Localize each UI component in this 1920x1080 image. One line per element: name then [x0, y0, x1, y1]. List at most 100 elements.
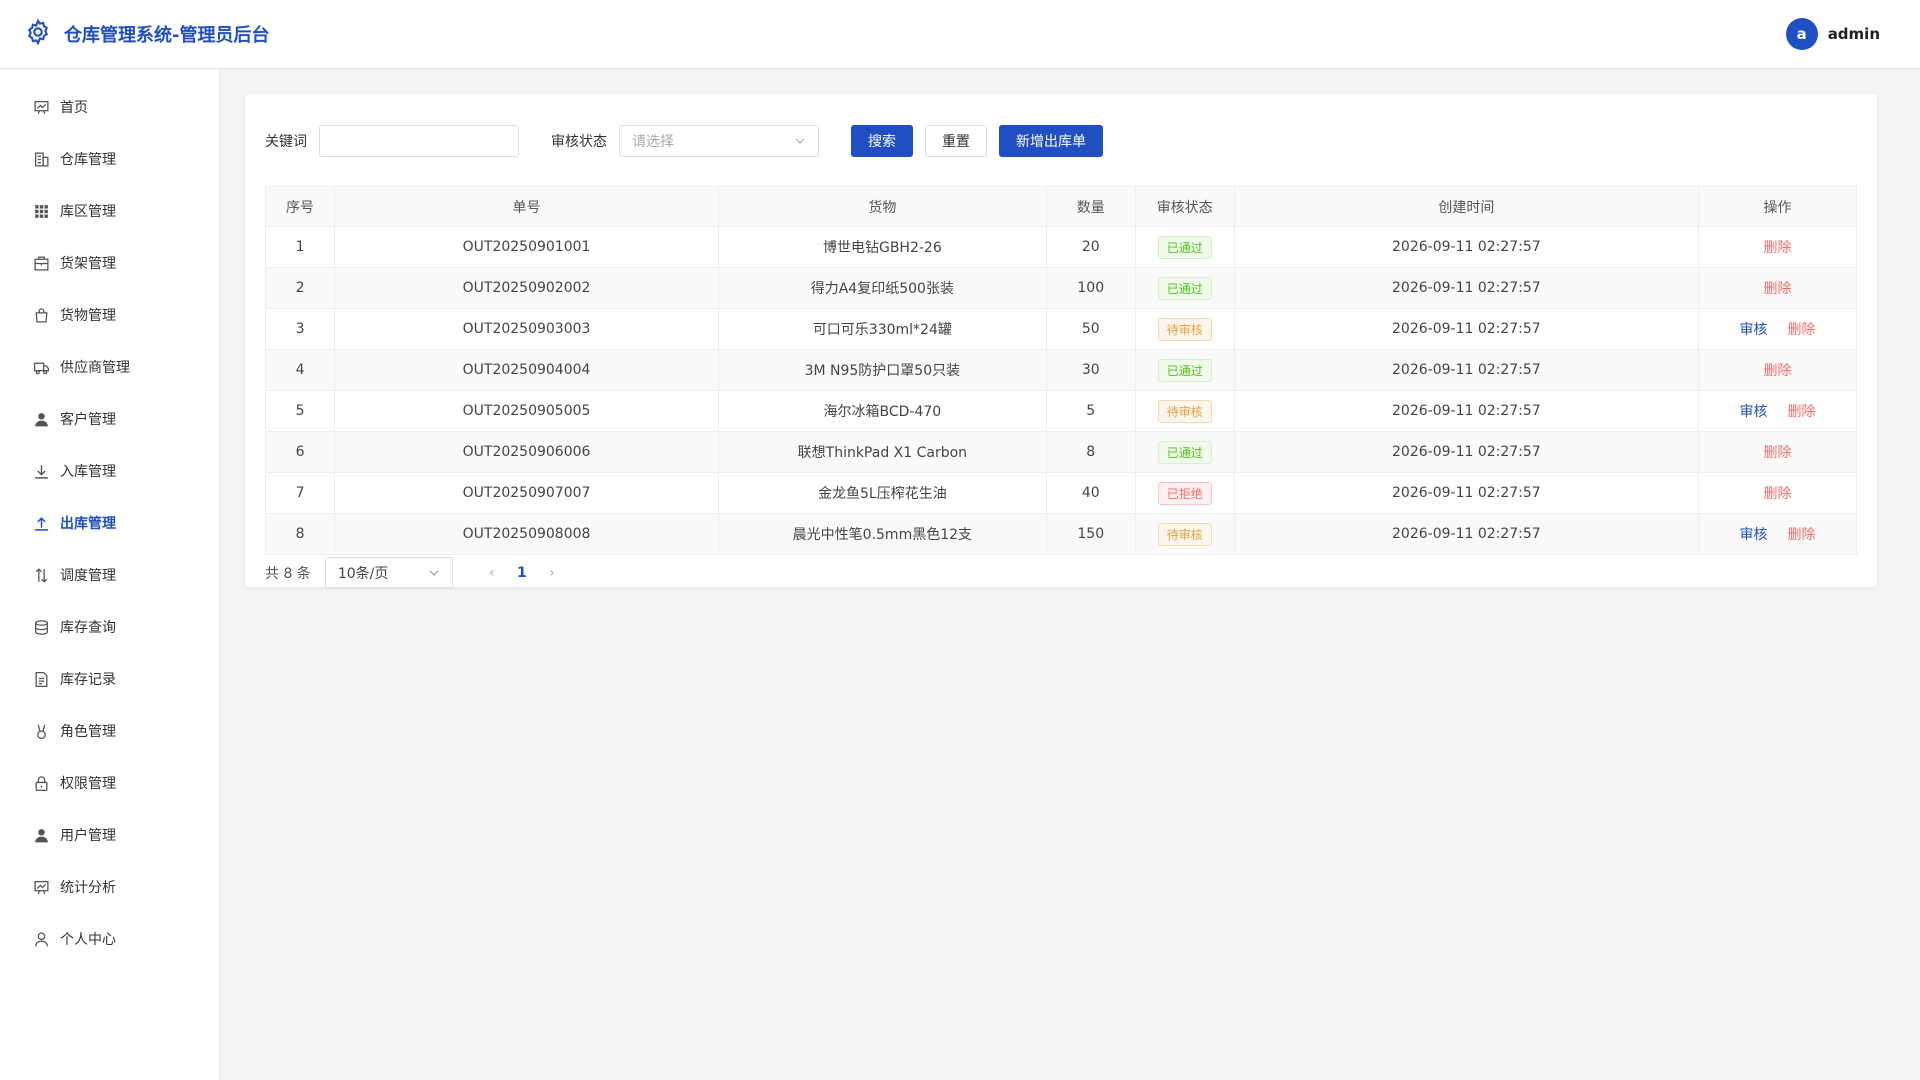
sidebar-item-customer[interactable]: 客户管理	[0, 393, 219, 445]
delete-button[interactable]: 删除	[1764, 486, 1792, 502]
sidebar-item-outbound[interactable]: 出库管理	[0, 497, 219, 549]
sidebar-item-statistics[interactable]: 统计分析	[0, 861, 219, 913]
status-badge: 已拒绝	[1157, 481, 1212, 505]
sidebar-item-label: 用户管理	[60, 828, 116, 844]
col-header-no: 序号	[264, 186, 336, 227]
dashboard-icon	[33, 99, 50, 116]
sidebar-item-profile[interactable]: 个人中心	[0, 913, 219, 965]
cell-actions: 审核 删除	[1698, 513, 1857, 555]
sidebar: 首页 仓库管理 库区管理 货架管理 货物管理 供应商管理 客户管理 入库管理 出…	[0, 69, 220, 1080]
sidebar-item-label: 统计分析	[60, 880, 116, 896]
page-size-value: 10条/页	[337, 566, 389, 582]
chevron-down-icon	[795, 138, 805, 144]
add-outbound-button[interactable]: 新增出库单	[999, 125, 1103, 157]
cell-order: OUT20250904004	[334, 349, 719, 391]
cell-goods: 3M N95防护口罩50只装	[717, 349, 1047, 391]
grid-icon	[33, 203, 50, 220]
gear-icon[interactable]	[24, 18, 52, 50]
audit-button[interactable]: 审核	[1740, 322, 1768, 338]
cell-order: OUT20250901001	[334, 226, 719, 268]
user-menu[interactable]: a admin	[1785, 18, 1880, 50]
cell-order: OUT20250908008	[334, 513, 719, 555]
sidebar-item-user[interactable]: 用户管理	[0, 809, 219, 861]
audit-button[interactable]: 审核	[1740, 404, 1768, 420]
sidebar-item-label: 货架管理	[60, 256, 116, 272]
cell-goods: 可口可乐330ml*24罐	[717, 308, 1047, 350]
delete-button[interactable]: 删除	[1788, 404, 1816, 420]
delete-button[interactable]: 删除	[1788, 322, 1816, 338]
app-title: 仓库管理系统-管理员后台	[64, 25, 270, 46]
sidebar-item-label: 货物管理	[60, 308, 116, 324]
col-header-status: 审核状态	[1134, 186, 1235, 227]
cell-goods: 博世电钻GBH2-26	[717, 226, 1047, 268]
brand: 仓库管理系统-管理员后台	[24, 18, 269, 50]
table-header-row: 序号 单号 货物 数量 审核状态 创建时间 操作	[264, 186, 1857, 227]
page-number[interactable]: 1	[507, 565, 537, 581]
delete-button[interactable]: 删除	[1788, 527, 1816, 543]
sidebar-item-label: 入库管理	[60, 464, 116, 480]
sidebar-item-zone[interactable]: 库区管理	[0, 185, 219, 237]
status-badge: 已通过	[1157, 440, 1212, 464]
username[interactable]: admin	[1828, 25, 1880, 43]
sidebar-item-inbound[interactable]: 入库管理	[0, 445, 219, 497]
table-row: 1 OUT20250901001 博世电钻GBH2-26 20 已通过 2026-09-1…	[264, 226, 1857, 268]
sidebar-item-label: 仓库管理	[60, 152, 116, 168]
cell-status: 待审核	[1134, 390, 1235, 432]
delete-button[interactable]: 删除	[1764, 363, 1792, 379]
cell-qty: 20	[1045, 226, 1136, 268]
table-row: 4 OUT20250904004 3M N95防护口罩50只装 30 已通过 2026-0…	[264, 349, 1857, 391]
search-button[interactable]: 搜索	[851, 125, 913, 157]
cell-actions: 删除	[1698, 431, 1857, 473]
outbound-card: 关键词 审核状态 请选择 搜索 重置 新增出库单 序号 单号 货物 数量 审核状…	[245, 94, 1877, 589]
sidebar-item-warehouse[interactable]: 仓库管理	[0, 133, 219, 185]
cell-no: 8	[264, 513, 336, 555]
chart-icon	[33, 879, 50, 896]
delete-button[interactable]: 删除	[1764, 281, 1792, 297]
role-icon	[33, 723, 50, 740]
prev-page-icon[interactable]: ‹	[477, 565, 507, 581]
sidebar-item-home[interactable]: 首页	[0, 81, 219, 133]
page-size-select[interactable]: 10条/页	[324, 557, 453, 589]
status-badge: 已通过	[1157, 276, 1212, 300]
status-badge: 已通过	[1157, 235, 1212, 259]
cell-no: 4	[264, 349, 336, 391]
cell-status: 已通过	[1134, 431, 1235, 473]
sidebar-item-goods[interactable]: 货物管理	[0, 289, 219, 341]
keyword-input[interactable]	[319, 125, 519, 157]
sidebar-item-dispatch[interactable]: 调度管理	[0, 549, 219, 601]
sidebar-item-role[interactable]: 角色管理	[0, 705, 219, 757]
cell-actions: 删除	[1698, 267, 1857, 309]
cell-order: OUT20250902002	[334, 267, 719, 309]
sidebar-item-stock-query[interactable]: 库存查询	[0, 601, 219, 653]
filter-bar: 关键词 审核状态 请选择 搜索 重置 新增出库单	[265, 94, 1857, 168]
cell-time: 2026-09-11 02:27:57	[1233, 390, 1700, 432]
status-select[interactable]: 请选择	[619, 125, 819, 157]
cell-order: OUT20250903003	[334, 308, 719, 350]
cell-qty: 40	[1045, 472, 1136, 514]
avatar[interactable]: a	[1785, 18, 1818, 50]
sidebar-item-label: 角色管理	[60, 724, 116, 740]
delete-button[interactable]: 删除	[1764, 445, 1792, 461]
sidebar-item-permission[interactable]: 权限管理	[0, 757, 219, 809]
col-header-qty: 数量	[1045, 186, 1136, 227]
sidebar-item-shelf[interactable]: 货架管理	[0, 237, 219, 289]
cell-time: 2026-09-11 02:27:57	[1233, 308, 1700, 350]
delete-button[interactable]: 删除	[1764, 240, 1792, 256]
shelf-icon	[33, 255, 50, 272]
cell-qty: 8	[1045, 431, 1136, 473]
sidebar-item-stock-record[interactable]: 库存记录	[0, 653, 219, 705]
status-badge: 已通过	[1157, 358, 1212, 382]
cell-order: OUT20250905005	[334, 390, 719, 432]
table-body: 1 OUT20250901001 博世电钻GBH2-26 20 已通过 2026-09-1…	[264, 226, 1857, 555]
outbound-table: 序号 单号 货物 数量 审核状态 创建时间 操作 1 OUT20250901001…	[264, 186, 1857, 555]
download-icon	[33, 463, 50, 480]
sidebar-item-label: 调度管理	[60, 568, 116, 584]
cell-status: 待审核	[1134, 513, 1235, 555]
col-header-order: 单号	[334, 186, 719, 227]
sidebar-item-supplier[interactable]: 供应商管理	[0, 341, 219, 393]
reset-button[interactable]: 重置	[925, 125, 987, 157]
next-page-icon[interactable]: ›	[537, 565, 567, 581]
cell-qty: 100	[1045, 267, 1136, 309]
audit-button[interactable]: 审核	[1740, 527, 1768, 543]
table-row: 5 OUT20250905005 海尔冰箱BCD-470 5 待审核 2026-09-11…	[264, 390, 1857, 432]
